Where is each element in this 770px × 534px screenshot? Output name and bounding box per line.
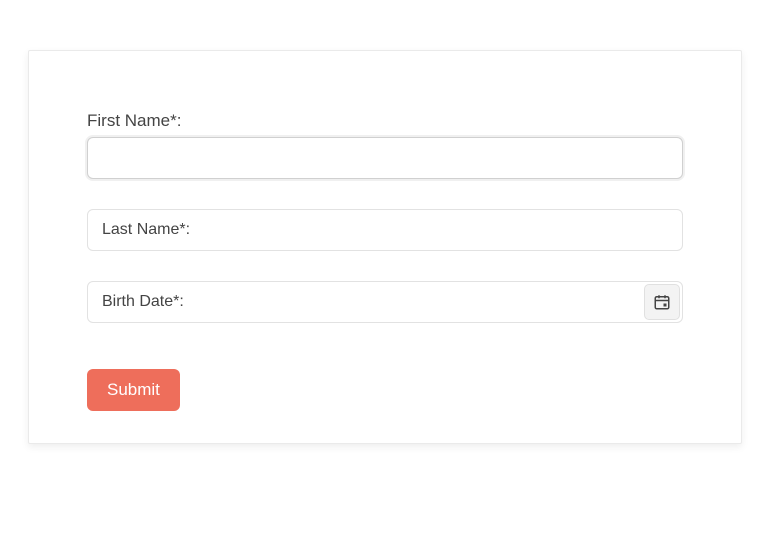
calendar-icon xyxy=(653,293,671,311)
last-name-input[interactable] xyxy=(87,209,683,251)
birth-date-wrap xyxy=(87,281,683,323)
birth-date-group xyxy=(87,281,683,323)
first-name-group: First Name*: xyxy=(87,111,683,179)
birth-date-input[interactable] xyxy=(87,281,683,323)
form-card: First Name*: Submit xyxy=(28,50,742,444)
calendar-button[interactable] xyxy=(644,284,680,320)
submit-button[interactable]: Submit xyxy=(87,369,180,411)
last-name-group xyxy=(87,209,683,251)
first-name-label: First Name*: xyxy=(87,111,683,131)
first-name-input[interactable] xyxy=(87,137,683,179)
